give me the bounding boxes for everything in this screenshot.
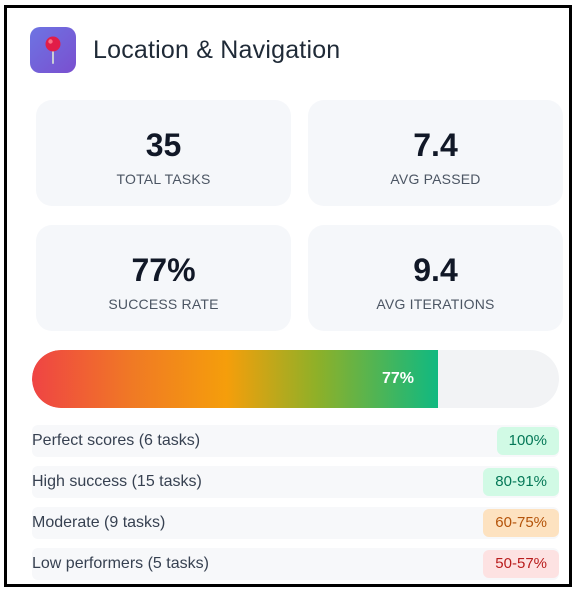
stat-value: 35	[145, 127, 182, 163]
stat-total-tasks: 35 TOTAL TASKS	[36, 100, 291, 206]
stat-avg-iterations: 9.4 AVG ITERATIONS	[308, 225, 563, 331]
breakdown-row-perfect: Perfect scores (6 tasks) 100%	[32, 425, 559, 457]
progress-fill	[32, 350, 438, 408]
stat-label: AVG PASSED	[390, 171, 481, 187]
card-header: Location & Navigation	[30, 27, 340, 73]
stat-success-rate: 77% SUCCESS RATE	[36, 225, 291, 331]
breakdown-label: Low performers (5 tasks)	[32, 555, 209, 572]
stat-label: TOTAL TASKS	[116, 171, 211, 187]
breakdown-badge: 50-57%	[483, 550, 559, 578]
stat-value: 9.4	[413, 252, 458, 288]
success-progress-bar: 77%	[32, 350, 559, 408]
breakdown-row-high: High success (15 tasks) 80-91%	[32, 466, 559, 498]
breakdown-row-moderate: Moderate (9 tasks) 60-75%	[32, 507, 559, 539]
card-title: Location & Navigation	[93, 35, 341, 64]
breakdown-label: Perfect scores (6 tasks)	[32, 432, 201, 449]
stat-value: 7.4	[413, 127, 458, 163]
progress-label: 77%	[382, 370, 415, 387]
stat-avg-passed: 7.4 AVG PASSED	[308, 100, 563, 206]
pushpin-icon	[30, 27, 76, 73]
breakdown-badge: 60-75%	[483, 509, 559, 537]
breakdown-badge: 100%	[496, 427, 559, 455]
breakdown-label: High success (15 tasks)	[32, 473, 202, 490]
stat-value: 77%	[131, 252, 196, 288]
stat-label: SUCCESS RATE	[108, 296, 219, 312]
breakdown-row-low: Low performers (5 tasks) 50-57%	[32, 548, 559, 580]
stat-label: AVG ITERATIONS	[376, 296, 495, 312]
breakdown-badge: 80-91%	[483, 468, 559, 496]
breakdown-label: Moderate (9 tasks)	[32, 514, 166, 531]
